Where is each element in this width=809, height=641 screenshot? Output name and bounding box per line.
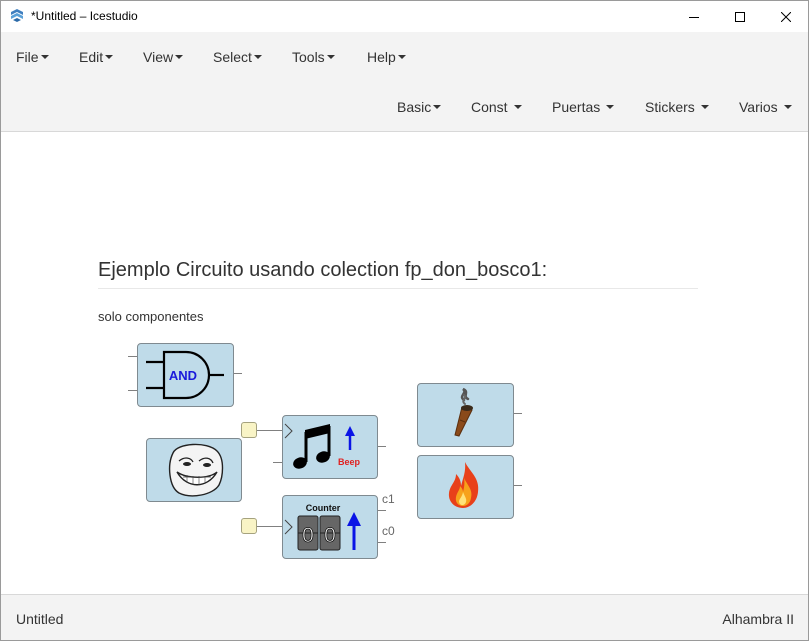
icestudio-logo-icon xyxy=(11,9,23,22)
caret-down-icon xyxy=(105,55,114,59)
caret-down-icon xyxy=(783,105,792,109)
menu-label: Help xyxy=(367,49,396,65)
caret-down-icon xyxy=(326,55,335,59)
counter-output-port-c0[interactable] xyxy=(377,542,386,543)
counter-icon: Counter 0 0 xyxy=(284,503,361,551)
counter-output-port-c1[interactable] xyxy=(377,510,386,511)
menu-const[interactable]: Const xyxy=(471,98,522,116)
maximize-button[interactable] xyxy=(717,1,763,32)
beep-output-port[interactable] xyxy=(377,446,386,447)
minimize-icon xyxy=(689,16,699,18)
menu-label: Basic xyxy=(397,99,432,115)
project-name: Untitled xyxy=(16,611,64,627)
counter-digit: 0 xyxy=(302,524,314,547)
menu-select[interactable]: Select xyxy=(213,48,262,66)
menu-label: Edit xyxy=(79,49,104,65)
fire-sticker-block[interactable] xyxy=(417,455,514,519)
port-label-c0: c0 xyxy=(382,524,395,538)
menu-label: File xyxy=(16,49,39,65)
counter-label: Counter xyxy=(306,503,341,513)
beep-label: Beep xyxy=(338,457,361,467)
minimize-button[interactable] xyxy=(671,1,717,32)
and-gate-block[interactable]: AND xyxy=(137,343,234,407)
caret-down-icon xyxy=(397,55,406,59)
torch-output-port[interactable] xyxy=(513,413,522,414)
menu-label: Const xyxy=(471,99,508,115)
caret-down-icon xyxy=(40,55,49,59)
menu-view[interactable]: View xyxy=(143,48,184,66)
menu-puertas[interactable]: Puertas xyxy=(552,98,615,116)
status-bar: Untitled Alhambra II xyxy=(1,594,808,640)
beep-input-pin[interactable] xyxy=(241,422,257,438)
heading-divider xyxy=(98,288,698,289)
caret-down-icon xyxy=(253,55,262,59)
title-bar: *Untitled – Icestudio xyxy=(1,1,808,32)
and-gate-icon: AND xyxy=(146,350,224,400)
troll-sticker-block[interactable] xyxy=(146,438,242,502)
menu-edit[interactable]: Edit xyxy=(79,48,114,66)
menu-label: Varios xyxy=(739,99,778,115)
menu-label: Select xyxy=(213,49,252,65)
menu-label: Puertas xyxy=(552,99,601,115)
torch-sticker-block[interactable] xyxy=(417,383,514,447)
counter-input-wire[interactable] xyxy=(257,526,282,527)
design-canvas[interactable]: Ejemplo Circuito usando colection fp_don… xyxy=(1,133,808,593)
and-output-port[interactable] xyxy=(233,373,242,374)
counter-digit: 0 xyxy=(324,524,336,547)
beep-music-icon: Beep xyxy=(284,423,361,469)
beep-input-wire[interactable] xyxy=(257,430,282,431)
counter-block[interactable]: Counter 0 0 xyxy=(282,495,378,559)
beep-input-port[interactable] xyxy=(273,462,282,463)
app-window: *Untitled – Icestudio File Edit View Sel… xyxy=(0,0,809,641)
torch-icon xyxy=(454,387,473,437)
counter-input-pin[interactable] xyxy=(241,518,257,534)
and-label: AND xyxy=(169,368,197,383)
menu-tools[interactable]: Tools xyxy=(292,48,335,66)
maximize-icon xyxy=(735,11,745,22)
caret-down-icon xyxy=(513,105,522,109)
close-icon xyxy=(781,11,791,22)
port-label-c1: c1 xyxy=(382,492,395,506)
menu-file[interactable]: File xyxy=(16,48,49,66)
menu-bar: File Edit View Select Tools Help Basic C… xyxy=(1,32,808,132)
caret-down-icon xyxy=(433,105,442,109)
close-button[interactable] xyxy=(763,1,808,32)
beep-block[interactable]: Beep xyxy=(282,415,378,479)
canvas-subtext: solo componentes xyxy=(98,309,204,324)
menu-basic[interactable]: Basic xyxy=(397,98,442,116)
troll-face-icon xyxy=(168,443,224,497)
board-selector[interactable]: Alhambra II xyxy=(722,611,794,627)
fire-icon xyxy=(448,462,479,508)
caret-down-icon xyxy=(606,105,615,109)
menu-label: Stickers xyxy=(645,99,695,115)
menu-label: Tools xyxy=(292,49,325,65)
caret-down-icon xyxy=(175,55,184,59)
menu-help[interactable]: Help xyxy=(367,48,406,66)
menu-varios[interactable]: Varios xyxy=(739,98,792,116)
menu-stickers[interactable]: Stickers xyxy=(645,98,709,116)
canvas-heading: Ejemplo Circuito usando colection fp_don… xyxy=(98,259,548,281)
window-title: *Untitled – Icestudio xyxy=(31,9,138,23)
menu-label: View xyxy=(143,49,174,65)
fire-output-port[interactable] xyxy=(513,485,522,486)
caret-down-icon xyxy=(700,105,709,109)
